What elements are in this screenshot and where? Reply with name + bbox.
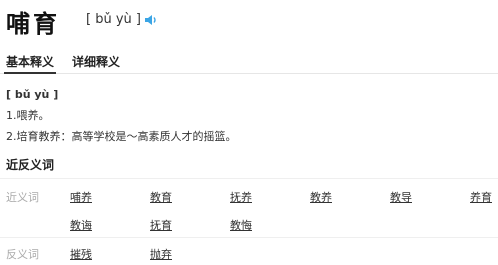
divider xyxy=(0,237,498,238)
synonym-link[interactable]: 教悔 xyxy=(230,217,252,233)
definition-pinyin: [ bǔ yù ] xyxy=(6,88,59,101)
synonym-link[interactable]: 养育 xyxy=(470,189,492,205)
definition-item: 2.培育教养：高等学校是～高素质人才的摇篮。 xyxy=(6,130,237,143)
headword: 哺育 xyxy=(6,10,60,38)
tab-basic-definition[interactable]: 基本释义 xyxy=(3,53,57,74)
synonym-link[interactable]: 抚育 xyxy=(150,217,172,233)
headword-pinyin: [ bǔ yù ] xyxy=(86,12,141,27)
definition-tabs: 基本释义 详细释义 xyxy=(0,47,498,74)
tab-detailed-definition[interactable]: 详细释义 xyxy=(72,53,120,70)
speaker-icon[interactable] xyxy=(144,13,158,27)
definition-item: 1.喂养。 xyxy=(6,109,50,122)
synonym-label: 近义词 xyxy=(6,191,39,204)
synonym-link[interactable]: 教导 xyxy=(390,189,412,205)
divider xyxy=(0,178,498,179)
synonym-link[interactable]: 教育 xyxy=(150,189,172,205)
synonym-link[interactable]: 抚养 xyxy=(230,189,252,205)
antonym-link[interactable]: 抛弃 xyxy=(150,246,172,262)
antonym-link[interactable]: 摧残 xyxy=(70,246,92,262)
synonym-link[interactable]: 教养 xyxy=(310,189,332,205)
antonym-label: 反义词 xyxy=(6,248,39,261)
synonym-link[interactable]: 教诲 xyxy=(70,217,92,233)
synonym-link[interactable]: 哺养 xyxy=(70,189,92,205)
relations-title: 近反义词 xyxy=(6,158,55,172)
basic-definition: [ bǔ yù ] 1.喂养。 2.培育教养：高等学校是～高素质人才的摇篮。 xyxy=(6,84,237,147)
